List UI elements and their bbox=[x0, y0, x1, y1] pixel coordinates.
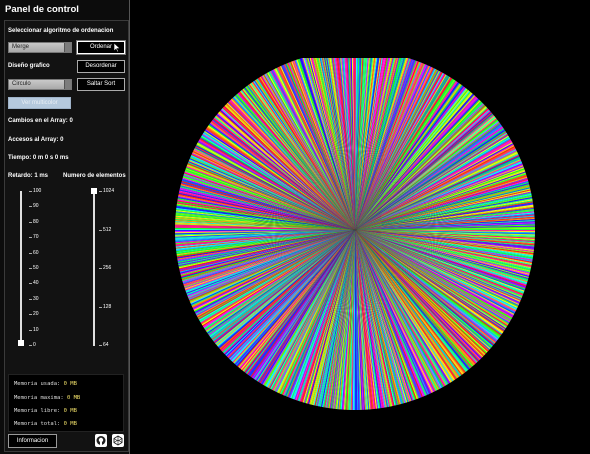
delay-slider-tick-label: 0 bbox=[33, 342, 36, 348]
memory-total-line: Memoria total: 0 MB bbox=[14, 421, 77, 427]
delay-slider-tick-label: 100 bbox=[33, 188, 42, 194]
codepen-icon[interactable] bbox=[112, 434, 124, 447]
element-count-slider-tick bbox=[99, 268, 102, 269]
delay-slider-tick bbox=[29, 298, 32, 300]
time-text: Tiempo: 0 m 0 s 0 ms bbox=[8, 155, 69, 161]
algorithm-select[interactable]: Merge bbox=[8, 42, 72, 53]
array-accesses-text: Accesos al Array: 0 bbox=[8, 137, 64, 143]
github-icon[interactable] bbox=[95, 434, 107, 447]
shuffle-button[interactable]: Desordenar bbox=[77, 60, 125, 73]
algorithm-select-value: Merge bbox=[12, 44, 30, 50]
delay-slider-tick-label: 50 bbox=[33, 265, 39, 271]
design-select[interactable]: Circulo bbox=[8, 79, 72, 90]
element-count-slider-tick-label: 256 bbox=[103, 265, 112, 271]
element-count-slider-tick bbox=[99, 306, 102, 308]
design-select-value: Circulo bbox=[12, 81, 31, 87]
delay-slider-tick bbox=[29, 268, 32, 269]
delay-slider-tick-label: 90 bbox=[33, 203, 39, 210]
delay-slider-tick bbox=[29, 345, 32, 346]
delay-slider-tick-label: 30 bbox=[33, 295, 39, 302]
delay-slider-tick-label: 70 bbox=[33, 234, 39, 241]
element-count-slider[interactable] bbox=[93, 191, 95, 346]
dropdown-arrow-icon bbox=[64, 43, 71, 52]
delay-slider-tick bbox=[29, 221, 32, 223]
element-count-slider-tick-label: 1024 bbox=[103, 188, 115, 194]
delay-slider[interactable] bbox=[20, 191, 22, 346]
design-label: Diseño grafico bbox=[8, 63, 50, 69]
element-count-label: Numero de elementos bbox=[63, 173, 126, 179]
memory-used-line: Memoria usada: 0 MB bbox=[14, 381, 77, 387]
memory-console: Memoria usada: 0 MB Memoria maxima: 0 MB… bbox=[8, 374, 124, 432]
delay-label: Retardo: 1 ms bbox=[8, 173, 49, 179]
element-count-slider-thumb[interactable] bbox=[91, 188, 97, 194]
dropdown-arrow-icon bbox=[64, 80, 71, 89]
memory-free-line: Memoria libre: 0 MB bbox=[14, 408, 77, 414]
panel-title: Panel de control bbox=[5, 4, 79, 15]
memory-max-line: Memoria maxima: 0 MB bbox=[14, 395, 81, 401]
delay-slider-tick bbox=[29, 314, 32, 316]
element-count-slider-tick-label: 64 bbox=[103, 342, 109, 348]
delay-slider-tick bbox=[29, 283, 32, 285]
delay-slider-tick bbox=[29, 206, 32, 208]
delay-slider-tick bbox=[29, 191, 32, 192]
delay-slider-tick-label: 80 bbox=[33, 218, 39, 225]
control-panel: Panel de control Seleccionar algoritmo d… bbox=[0, 0, 130, 454]
info-button[interactable]: Informacion bbox=[8, 434, 57, 448]
delay-slider-tick-label: 10 bbox=[33, 326, 39, 333]
delay-slider-tick bbox=[29, 252, 32, 254]
array-changes-text: Cambios en el Array: 0 bbox=[8, 118, 73, 124]
element-count-slider-tick-label: 128 bbox=[103, 303, 112, 310]
sorting-visualization-circle bbox=[175, 58, 535, 410]
delay-slider-tick bbox=[29, 237, 32, 239]
delay-slider-tick-label: 40 bbox=[33, 280, 39, 287]
delay-slider-tick-label: 60 bbox=[33, 249, 39, 256]
algorithm-label: Seleccionar algoritmo de ordenacion bbox=[8, 28, 114, 34]
element-count-slider-tick bbox=[99, 345, 102, 346]
delay-slider-tick-label: 20 bbox=[33, 311, 39, 318]
multicolor-button[interactable]: Ver multicolor bbox=[8, 97, 71, 109]
delay-slider-tick bbox=[29, 329, 32, 331]
delay-slider-thumb[interactable] bbox=[18, 340, 24, 347]
skip-sort-button[interactable]: Saltar Sort bbox=[77, 78, 125, 91]
mouse-cursor-icon bbox=[114, 43, 121, 53]
element-count-slider-tick bbox=[99, 191, 102, 192]
element-count-slider-tick bbox=[99, 229, 102, 231]
element-count-slider-tick-label: 512 bbox=[103, 226, 112, 233]
